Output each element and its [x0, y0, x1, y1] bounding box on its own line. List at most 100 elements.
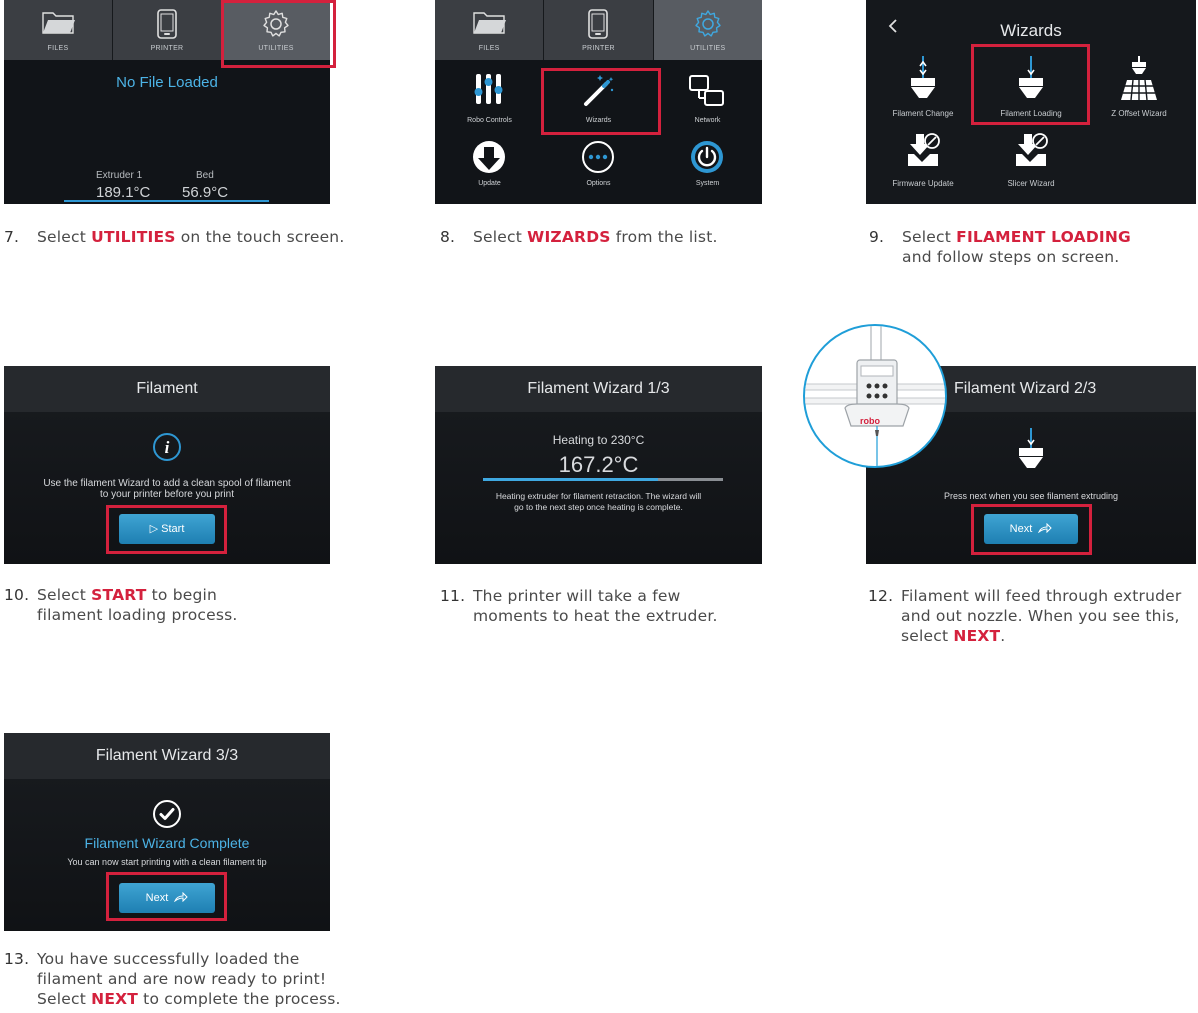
step-keyword: UTILITIES: [91, 228, 176, 246]
step-text: You have successfully loaded the: [37, 950, 300, 968]
wizard-item-slicer-wizard[interactable]: Slicer Wizard: [986, 132, 1076, 192]
highlight-start: [106, 505, 227, 554]
step-number: 12.: [868, 587, 894, 605]
info-message-line1: Use the filament Wizard to add a clean s…: [43, 478, 291, 489]
step-text: from the list.: [610, 228, 718, 246]
wizard-label: Firmware Update: [892, 179, 954, 188]
step-text: Select: [37, 990, 92, 1008]
wizard-label: Z Offset Wizard: [1111, 109, 1167, 118]
info-icon: i: [152, 432, 182, 467]
info-message-line2: to your printer before you print: [100, 489, 234, 500]
step-text-line2: filament and are now ready to print!: [37, 970, 327, 988]
power-icon: [690, 140, 724, 179]
tab-printer[interactable]: PRINTER: [544, 0, 654, 60]
step-text: Select: [473, 228, 528, 246]
highlight-utilities: [221, 0, 336, 68]
menu-label: Update: [478, 180, 501, 187]
step-number: 11.: [440, 587, 466, 605]
menu-label: Robo Controls: [467, 117, 512, 124]
heating-note-line1: Heating extruder for filament retraction…: [495, 491, 702, 501]
highlight-next-step13: [106, 872, 227, 921]
menu-item-network[interactable]: Network: [653, 70, 762, 130]
highlight-next-step12: [971, 504, 1092, 555]
tab-files-label: FILES: [478, 45, 500, 52]
tab-printer[interactable]: PRINTER: [113, 0, 222, 60]
menu-item-update[interactable]: Update: [435, 138, 544, 198]
step-text-line2: filament loading process.: [37, 606, 238, 624]
file-status: No File Loaded: [116, 74, 218, 91]
tab-files-label: FILES: [47, 45, 69, 52]
step-keyword: NEXT: [91, 990, 139, 1008]
tab-utilities-label: UTILITIES: [690, 45, 726, 52]
step-text: to begin: [146, 586, 218, 604]
step-keyword: START: [91, 586, 147, 604]
complete-headline: Filament Wizard Complete: [84, 835, 250, 851]
tab-files[interactable]: FILES: [435, 0, 545, 60]
extrude-message: Press next when you see filament extrudi…: [943, 491, 1119, 501]
heating-progress-track: [483, 478, 723, 481]
highlight-wizards: [541, 68, 661, 135]
screen-title: Filament Wizard 1/3: [435, 366, 762, 412]
menu-item-robo-controls[interactable]: Robo Controls: [435, 70, 544, 130]
step-number: 8.: [440, 228, 456, 246]
checkmark-icon: [152, 799, 182, 834]
current-temp: 167.2°C: [558, 452, 639, 477]
sliders-icon: [472, 72, 506, 111]
step-text: Filament will feed through extruder: [901, 587, 1182, 605]
extruder-icon: [1016, 428, 1046, 477]
wizard-item-firmware-update[interactable]: Firmware Update: [878, 132, 968, 192]
heating-target: Heating to 230°C: [552, 433, 645, 447]
extruder-icon: [907, 56, 939, 107]
more-options-icon: [581, 140, 615, 179]
step-number: 10.: [4, 586, 30, 604]
step-text: .: [1000, 627, 1006, 645]
extruder-label: Extruder 1: [96, 170, 143, 181]
step-number: 7.: [4, 228, 20, 246]
printer-device-icon: [156, 9, 178, 44]
wizard-label: Slicer Wizard: [1007, 179, 1055, 188]
menu-label: Options: [586, 180, 611, 187]
wizard-label: Filament Change: [892, 109, 954, 118]
folder-icon: [472, 9, 507, 40]
printer-head-illustration: [805, 326, 945, 466]
step-text-line2: moments to heat the extruder.: [473, 607, 718, 625]
complete-message: You can now start printing with a clean …: [67, 857, 267, 867]
step-keyword: FILAMENT LOADING: [956, 228, 1131, 246]
menu-item-options[interactable]: Options: [544, 138, 653, 198]
step-text: Select: [37, 586, 92, 604]
slicer-wizard-icon: [1014, 132, 1050, 175]
step-text-line2: and out nozzle. When you see this,: [901, 607, 1180, 625]
svg-text:i: i: [165, 438, 170, 457]
folder-icon: [41, 9, 75, 40]
step-text: Select: [902, 228, 957, 246]
menu-label: System: [695, 180, 720, 187]
screen-heating-step11: Filament Wizard 1/3 Heating to 230°C 167…: [435, 366, 762, 564]
heating-progress-fill: [483, 478, 659, 481]
download-arrow-icon: [472, 140, 506, 179]
printer-device-icon: [587, 9, 609, 44]
wizard-item-filament-change[interactable]: Filament Change: [878, 56, 968, 122]
tab-files[interactable]: FILES: [4, 0, 113, 60]
menu-item-system[interactable]: System: [653, 138, 762, 198]
step-keyword: NEXT: [953, 627, 1001, 645]
step-keyword: WIZARDS: [527, 228, 611, 246]
heating-note-line2: go to the next step once heating is comp…: [514, 502, 683, 512]
highlight-filament-loading: [971, 44, 1090, 125]
temp-underline: [64, 200, 269, 202]
gear-icon: [693, 9, 723, 44]
wizard-item-z-offset[interactable]: Z Offset Wizard: [1094, 56, 1184, 122]
tab-bar: FILES PRINTER UTILITIES: [435, 0, 762, 60]
step-text: The printer will take a few: [473, 587, 681, 605]
screen-title: Filament Wizard 3/3: [4, 733, 330, 779]
step-text: to complete the process.: [138, 990, 341, 1008]
bed-label: Bed: [196, 170, 214, 181]
screen-title: Filament: [4, 366, 330, 412]
extruder-temp: 189.1°C: [96, 184, 151, 201]
tab-printer-label: PRINTER: [582, 45, 615, 52]
step-text-line2: and follow steps on screen.: [902, 248, 1120, 266]
bed-temp: 56.9°C: [182, 184, 229, 201]
network-icon: [688, 74, 726, 113]
menu-label: Network: [694, 117, 721, 124]
tab-utilities[interactable]: UTILITIES: [653, 0, 762, 60]
nozzle-magnifier: robo: [803, 324, 947, 468]
